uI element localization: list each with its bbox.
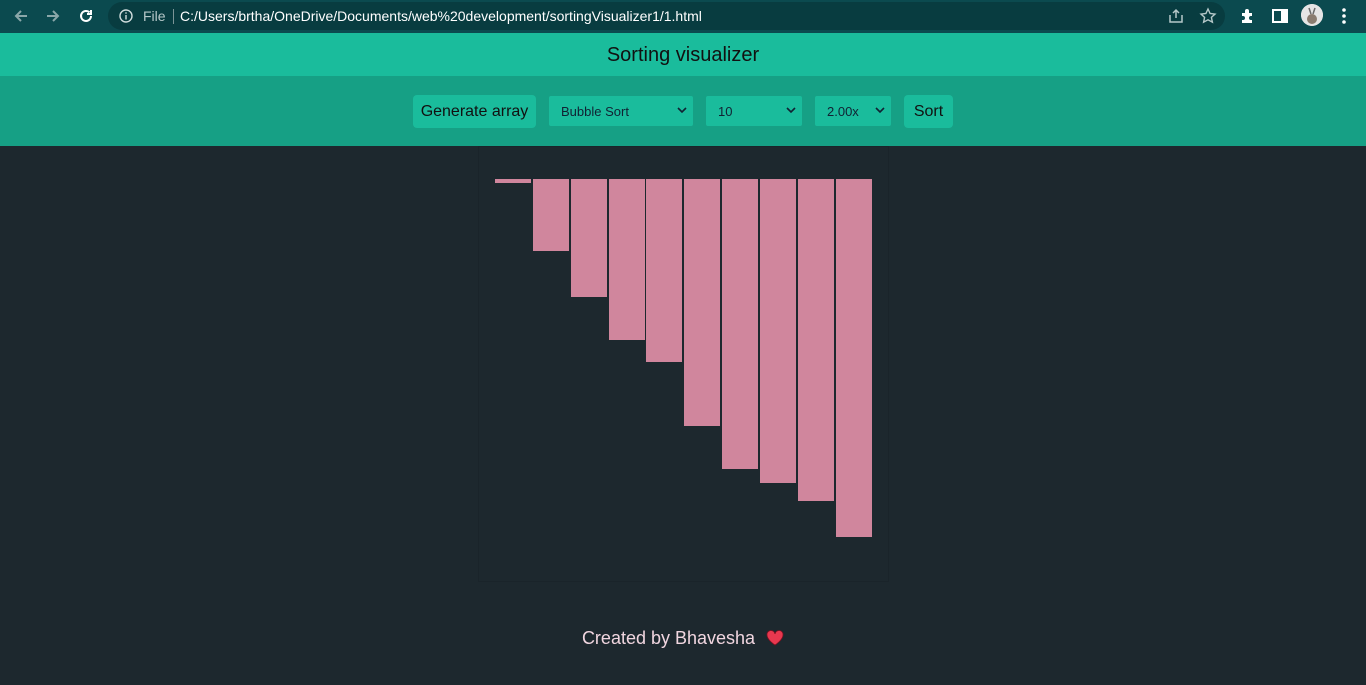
bookmark-star-icon[interactable] bbox=[1199, 7, 1217, 25]
array-bar bbox=[760, 179, 796, 483]
url-text[interactable]: C:/Users/brtha/OneDrive/Documents/web%20… bbox=[180, 8, 702, 24]
footer-credit: Created by Bhavesha bbox=[0, 628, 1366, 649]
array-bar bbox=[798, 179, 834, 501]
address-bar[interactable]: File C:/Users/brtha/OneDrive/Documents/w… bbox=[108, 2, 1225, 30]
file-scheme-label: File bbox=[143, 8, 166, 24]
generate-array-button[interactable]: Generate array bbox=[413, 95, 536, 128]
reload-icon bbox=[80, 9, 92, 22]
avatar-image-icon bbox=[1301, 4, 1323, 26]
speed-select[interactable]: 2.00x bbox=[815, 96, 891, 126]
array-bar bbox=[836, 179, 872, 537]
page-title: Sorting visualizer bbox=[606, 44, 760, 66]
array-size-select[interactable]: 10 bbox=[706, 96, 802, 126]
reload-button[interactable] bbox=[75, 5, 97, 27]
browser-toolbar: File C:/Users/brtha/OneDrive/Documents/w… bbox=[0, 0, 1366, 33]
sort-button[interactable]: Sort bbox=[904, 95, 953, 128]
size-selected-value: 10 bbox=[718, 104, 733, 119]
chevron-down-icon bbox=[786, 107, 796, 114]
array-bar bbox=[571, 179, 607, 297]
algorithm-selected-value: Bubble Sort bbox=[561, 104, 629, 119]
forward-button[interactable] bbox=[42, 5, 64, 27]
profile-avatar[interactable] bbox=[1301, 4, 1323, 26]
array-bar bbox=[722, 179, 758, 469]
share-icon[interactable] bbox=[1167, 7, 1185, 25]
info-icon[interactable] bbox=[119, 9, 133, 23]
array-bar bbox=[533, 179, 569, 251]
side-panel-icon[interactable] bbox=[1270, 6, 1290, 26]
array-bar bbox=[646, 179, 682, 362]
back-button[interactable] bbox=[10, 5, 32, 27]
address-divider bbox=[173, 9, 174, 24]
app-header: Sorting visualizer bbox=[0, 33, 1366, 76]
forward-arrow-icon bbox=[47, 10, 60, 22]
heart-icon bbox=[766, 630, 784, 646]
footer-text: Created by Bhavesha bbox=[581, 628, 756, 648]
extensions-icon[interactable] bbox=[1238, 6, 1258, 26]
back-arrow-icon bbox=[14, 10, 27, 22]
algorithm-select[interactable]: Bubble Sort bbox=[549, 96, 693, 126]
controls-bar: Generate array Bubble Sort 10 2.00x Sort bbox=[0, 76, 1366, 146]
array-bar bbox=[684, 179, 720, 426]
chevron-down-icon bbox=[677, 107, 687, 114]
array-bar bbox=[495, 179, 531, 183]
speed-selected-value: 2.00x bbox=[827, 104, 859, 119]
array-bar bbox=[609, 179, 645, 340]
menu-kebab-icon[interactable] bbox=[1334, 6, 1354, 26]
chevron-down-icon bbox=[875, 107, 885, 114]
